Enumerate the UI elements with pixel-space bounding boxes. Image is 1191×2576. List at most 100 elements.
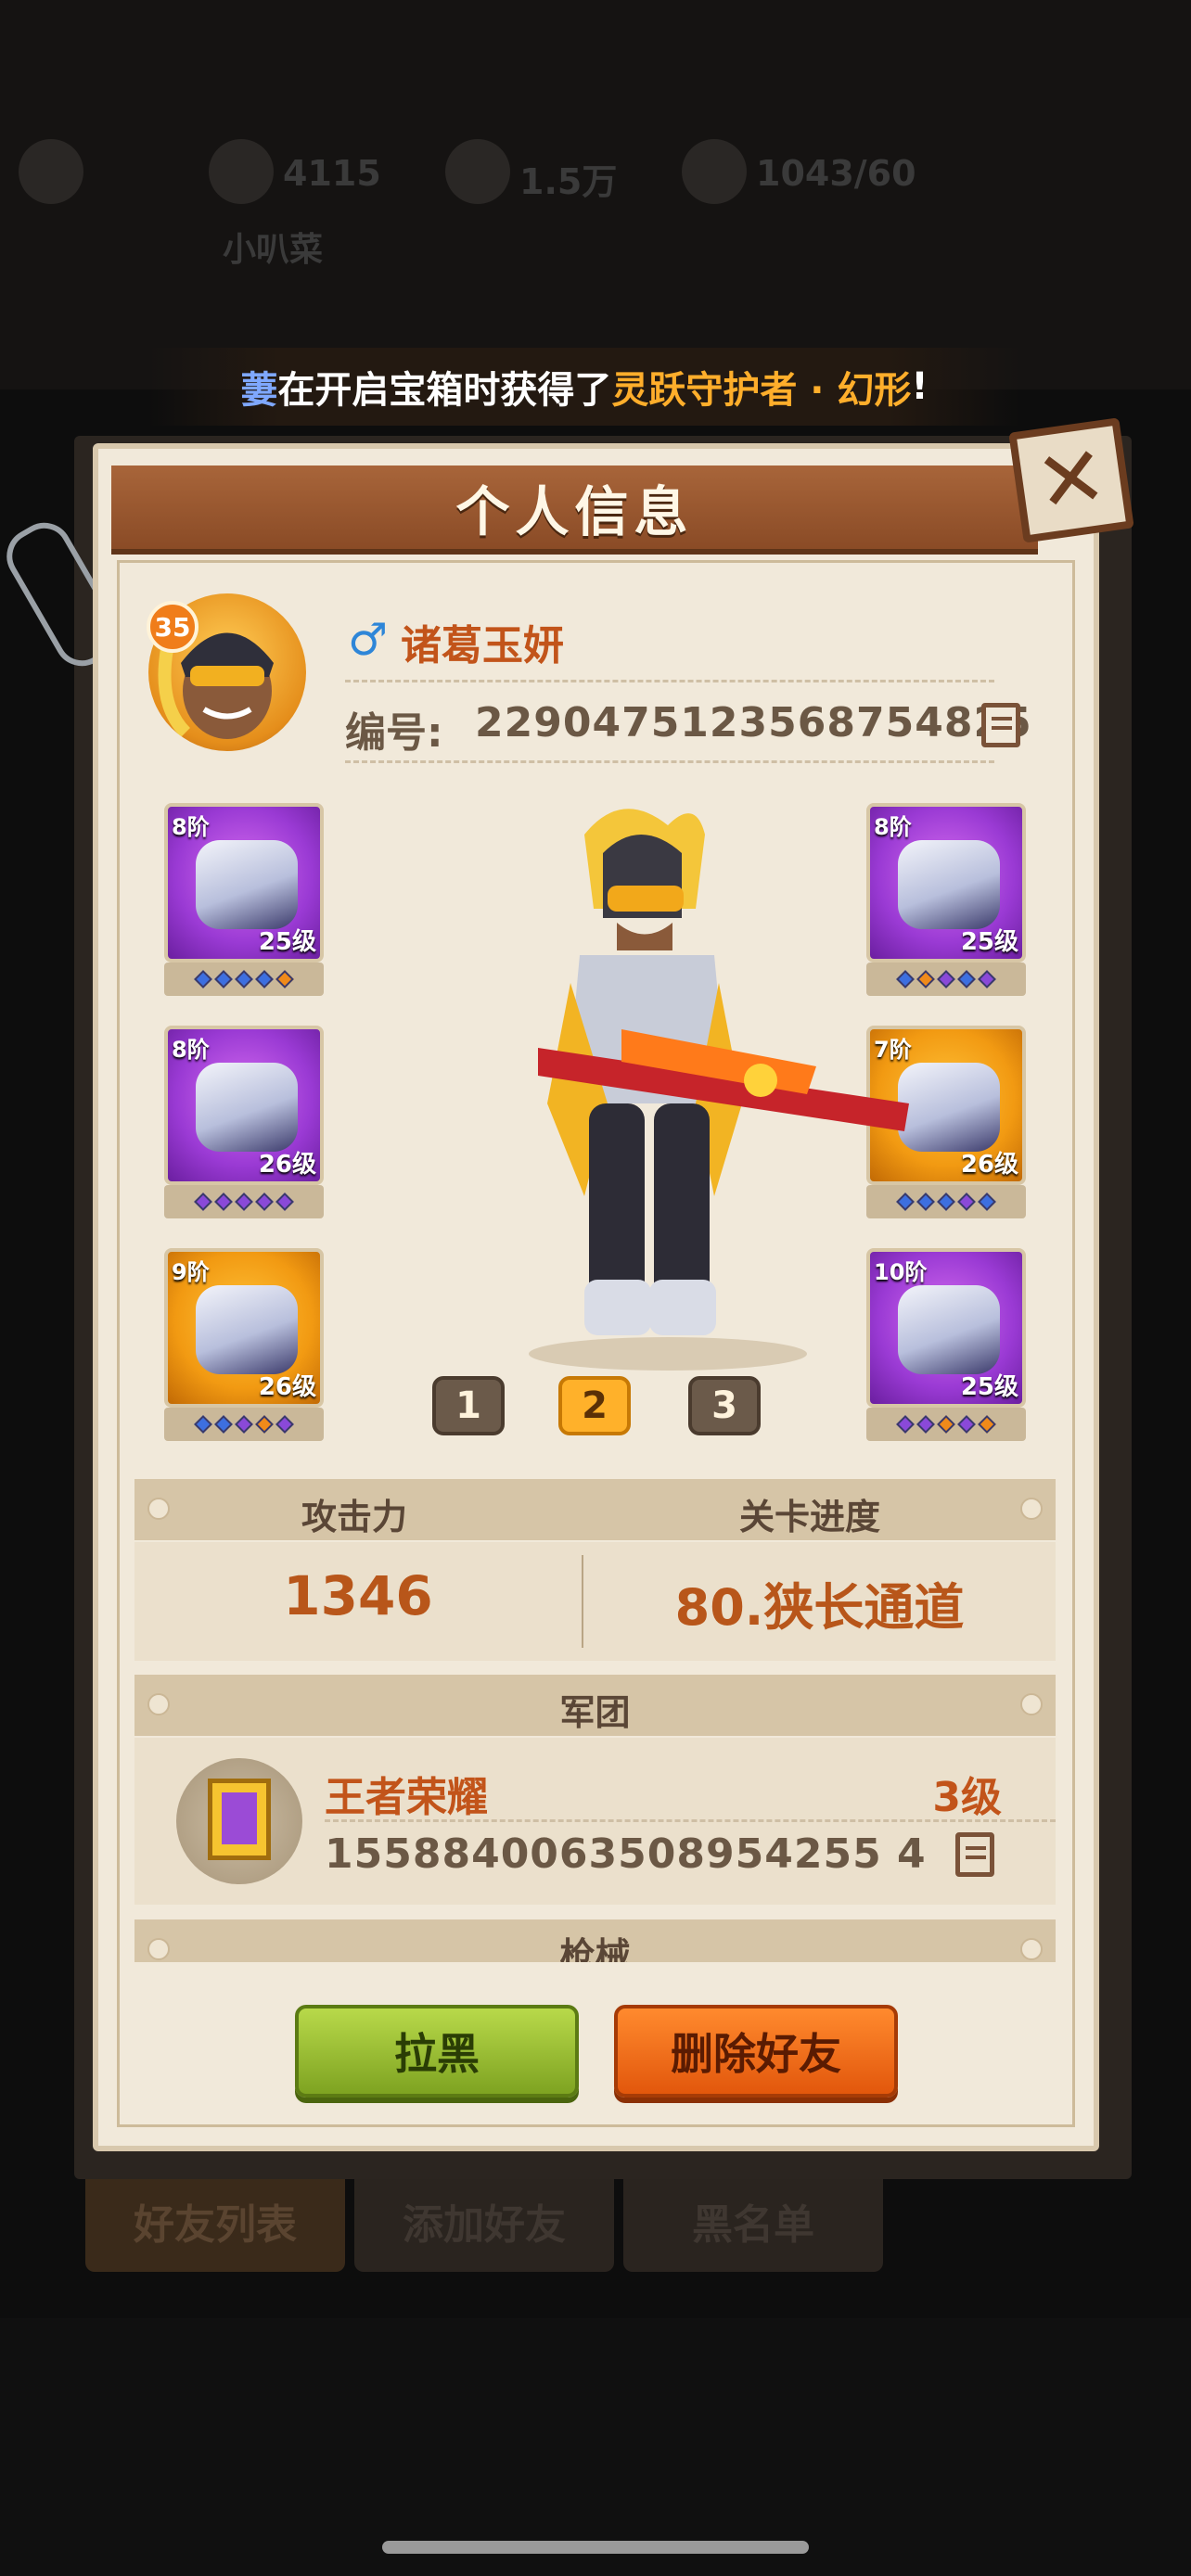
shoulders-icon (898, 840, 1000, 929)
gem-icon (255, 970, 274, 988)
male-icon: ♂ (348, 614, 389, 666)
legs-icon (898, 1063, 1000, 1152)
legion-id: 1558840063508954255 4 (325, 1830, 927, 1878)
legion-emblem-icon (176, 1758, 302, 1884)
broadcast-suffix: ! (911, 365, 928, 408)
legion-header-label: 军团 (559, 1692, 631, 1733)
gem-row (164, 1185, 324, 1218)
character-model (529, 809, 909, 1371)
broadcast-text: 在开启宝箱时获得了 (277, 369, 612, 412)
gem-icon (957, 1415, 976, 1434)
gem-icon (235, 1192, 253, 1211)
gem-icon (957, 1192, 976, 1211)
player-id-label: 编号: (345, 709, 443, 757)
copy-id-icon[interactable] (981, 703, 1020, 747)
stats-body: 1346 80.狭长通道 (134, 1542, 1056, 1661)
equip-slot-boots[interactable]: 9阶 26级 (164, 1248, 324, 1408)
gem-icon (255, 1415, 274, 1434)
tab-add-friend[interactable]: 添加好友 (354, 2170, 614, 2272)
panel-title: 个人信息 (455, 480, 694, 543)
bg-stat-gold: 1.5万 (519, 161, 618, 202)
gem-icon (235, 970, 253, 988)
armor-icon (196, 1063, 298, 1152)
stats-header: 攻击力 关卡进度 (134, 1479, 1056, 1540)
weapons-header: 枪械 (134, 1919, 1056, 1962)
gem-icon (275, 970, 294, 988)
gloves-icon (898, 1285, 1000, 1374)
level-badge: 35 (147, 601, 198, 653)
tab-friend-list[interactable]: 好友列表 (85, 2170, 345, 2272)
attack-label: 攻击力 (301, 1497, 408, 1537)
weapons-header-label: 枪械 (559, 1935, 631, 1962)
shield-icon (208, 1779, 271, 1860)
gem-icon (957, 970, 976, 988)
equip-level: 26级 (258, 1151, 316, 1179)
equip-slot-armor[interactable]: 8阶 26级 (164, 1026, 324, 1185)
gem-icon (937, 970, 955, 988)
gem-row (164, 963, 324, 996)
boots-icon (196, 1285, 298, 1374)
equip-level: 26级 (960, 1151, 1018, 1179)
equip-level: 25级 (960, 928, 1018, 956)
broadcast-item: 灵跃守护者 · 幻形 (611, 369, 912, 412)
home-indicator[interactable] (382, 2541, 809, 2554)
gem-icon (916, 970, 935, 988)
progress-label: 关卡进度 (739, 1497, 881, 1537)
gem-icon (255, 1192, 274, 1211)
broadcast-banner: 萋 在开启宝箱时获得了 灵跃守护者 · 幻形 ! (148, 348, 1020, 426)
rivet-icon (1020, 1938, 1043, 1960)
close-button[interactable]: ✕ (1008, 417, 1134, 543)
gem-icon (937, 1415, 955, 1434)
gem-icon (275, 1192, 294, 1211)
bg-stat-energy: 1043/60 (756, 153, 916, 194)
attack-value: 1346 (283, 1564, 433, 1627)
gem-icon (214, 1415, 233, 1434)
legion-level: 3级 (932, 1774, 1002, 1821)
gem-icon (235, 1415, 253, 1434)
gem-icon (937, 1192, 955, 1211)
background-tabs: 好友列表 添加好友 黑名单 (85, 2170, 902, 2281)
equip-level: 25级 (960, 1373, 1018, 1401)
gem-icon (194, 1192, 212, 1211)
legion-header: 军团 (134, 1675, 1056, 1736)
rivet-icon (1020, 1498, 1043, 1520)
player-id-value: 2290475123568754825 (475, 699, 1032, 746)
gem-icon (978, 1415, 996, 1434)
legion-body: 王者荣耀 3级 1558840063508954255 4 (134, 1738, 1056, 1905)
player-id-row: 编号: 2290475123568754825 (345, 680, 1031, 763)
tab-blacklist[interactable]: 黑名单 (623, 2170, 883, 2272)
background-bottom-nav (0, 2318, 1191, 2576)
title-bar: 个人信息 (111, 465, 1038, 555)
equip-slot-helmet[interactable]: 8阶 25级 (164, 803, 324, 963)
loadout-button-1[interactable]: 1 (432, 1376, 505, 1435)
bg-avatar (19, 139, 83, 204)
gem-icon (275, 1415, 294, 1434)
equip-level: 26级 (258, 1373, 316, 1401)
bg-stat-icon (682, 139, 747, 204)
bg-username: 小叭菜 (223, 231, 324, 269)
bg-stat-icon (445, 139, 510, 204)
helmet-icon (196, 840, 298, 929)
gem-icon (896, 1415, 915, 1434)
gem-icon (194, 970, 212, 988)
equip-tier: 8阶 (172, 1037, 210, 1063)
rivet-icon (147, 1498, 170, 1520)
gem-icon (978, 1192, 996, 1211)
gem-icon (214, 1192, 233, 1211)
equip-tier: 9阶 (172, 1259, 210, 1285)
gem-row (164, 1408, 324, 1441)
broadcast-prefix: 萋 (240, 369, 278, 412)
equip-level: 25级 (258, 928, 316, 956)
loadout-button-3[interactable]: 3 (688, 1376, 761, 1435)
copy-legion-id-icon[interactable] (955, 1832, 994, 1877)
close-icon: ✕ (1030, 427, 1113, 533)
legion-name: 王者荣耀 (325, 1774, 488, 1821)
block-button[interactable]: 拉黑 (295, 2005, 579, 2098)
bg-stat-icon (209, 139, 274, 204)
gem-icon (978, 970, 996, 988)
gem-icon (916, 1192, 935, 1211)
loadout-button-2[interactable]: 2 (558, 1376, 631, 1435)
background-header: 4115 1.5万 1043/60 小叭菜 (0, 0, 1191, 389)
delete-friend-button[interactable]: 删除好友 (614, 2005, 898, 2098)
gem-icon (194, 1415, 212, 1434)
